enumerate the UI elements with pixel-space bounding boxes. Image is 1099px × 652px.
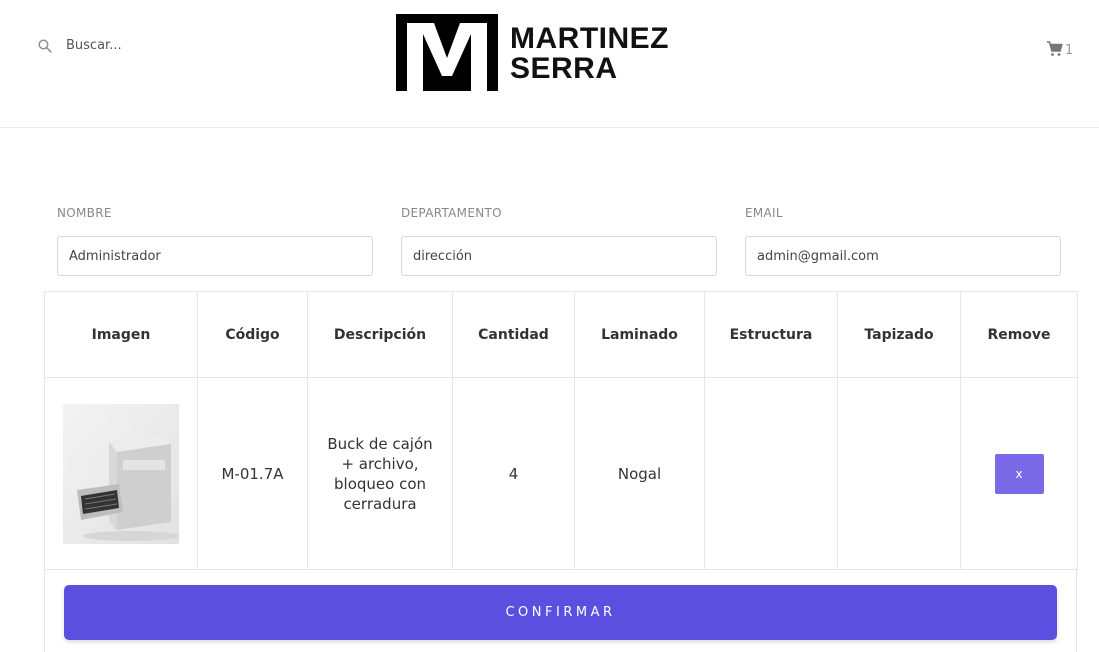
site-header: MARTINEZ SERRA 1 (0, 0, 1099, 128)
cell-codigo: M-01.7A (197, 377, 308, 570)
table-header-row: Imagen Código Descripción Cantidad Lamin… (44, 291, 1078, 378)
column-header-tapizado: Tapizado (837, 291, 961, 378)
cell-tapizado (837, 377, 961, 570)
column-header-descripcion: Descripción (307, 291, 453, 378)
column-header-codigo: Código (197, 291, 308, 378)
email-label: EMAIL (745, 206, 783, 220)
cell-cantidad: 4 (452, 377, 575, 570)
order-form: NOMBRE DEPARTAMENTO EMAIL (57, 206, 1062, 276)
confirm-button[interactable]: CONFIRMAR (64, 585, 1057, 640)
nombre-label: NOMBRE (57, 206, 112, 220)
field-nombre: NOMBRE (57, 206, 373, 276)
nombre-input[interactable] (57, 236, 373, 276)
remove-item-button[interactable]: x (994, 453, 1044, 494)
cell-descripcion: Buck de cajón + archivo, bloqueo con cer… (307, 377, 453, 570)
departamento-input[interactable] (401, 236, 717, 276)
column-header-estructura: Estructura (704, 291, 838, 378)
email-input[interactable] (745, 236, 1061, 276)
confirm-row: CONFIRMAR (44, 568, 1077, 652)
departamento-label: DEPARTAMENTO (401, 206, 502, 220)
cart-button[interactable]: 1 (1046, 40, 1073, 57)
column-header-remove: Remove (960, 291, 1078, 378)
logo-mark-icon (396, 14, 498, 91)
cart-icon[interactable] (1046, 40, 1063, 57)
search-bar (38, 38, 226, 53)
logo-line1: MARTINEZ (510, 22, 669, 55)
cell-laminado: Nogal (574, 377, 705, 570)
cell-estructura (704, 377, 838, 570)
cart-table: Imagen Código Descripción Cantidad Lamin… (44, 291, 1078, 570)
column-header-laminado: Laminado (574, 291, 705, 378)
cell-imagen (44, 377, 198, 570)
field-departamento: DEPARTAMENTO (401, 206, 717, 276)
cell-remove: x (960, 377, 1078, 570)
cart-table-container: Imagen Código Descripción Cantidad Lamin… (44, 291, 1078, 570)
brand-logo[interactable]: MARTINEZ SERRA (396, 14, 669, 91)
product-image (63, 403, 179, 544)
logo-text: MARTINEZ SERRA (510, 24, 669, 84)
field-email: EMAIL (745, 206, 1061, 276)
search-icon[interactable] (38, 38, 52, 53)
table-row: M-01.7A Buck de cajón + archivo, bloqueo… (44, 377, 1078, 570)
logo-line2: SERRA (510, 52, 618, 85)
column-header-imagen: Imagen (44, 291, 198, 378)
cart-count-badge: 1 (1065, 43, 1074, 58)
search-input[interactable] (66, 38, 226, 53)
column-header-cantidad: Cantidad (452, 291, 575, 378)
